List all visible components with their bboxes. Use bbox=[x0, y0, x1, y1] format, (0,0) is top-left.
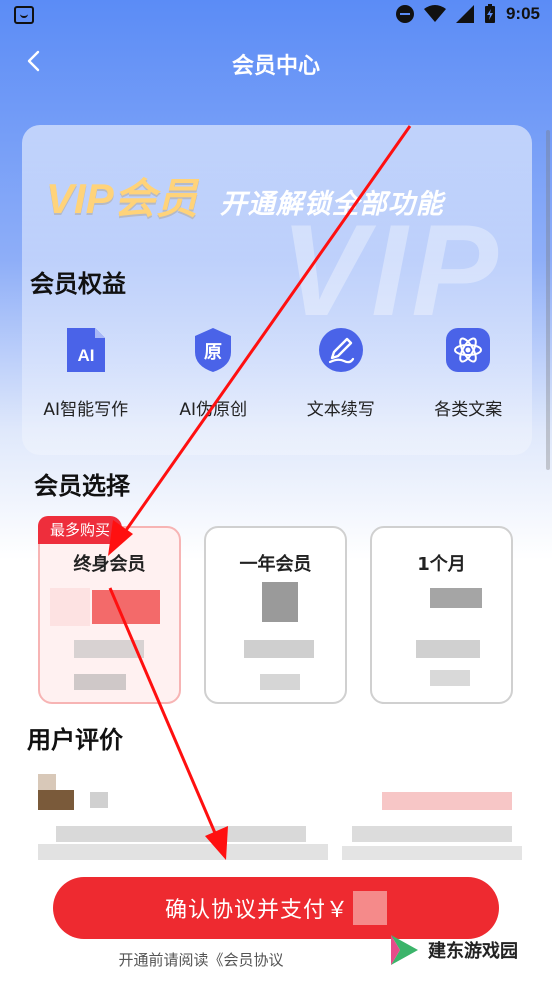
annotation-arrow-up bbox=[120, 125, 412, 537]
annotation-arrows bbox=[108, 125, 412, 860]
annotation-arrowhead-down bbox=[205, 826, 228, 860]
annotation-arrow-down bbox=[108, 587, 220, 841]
